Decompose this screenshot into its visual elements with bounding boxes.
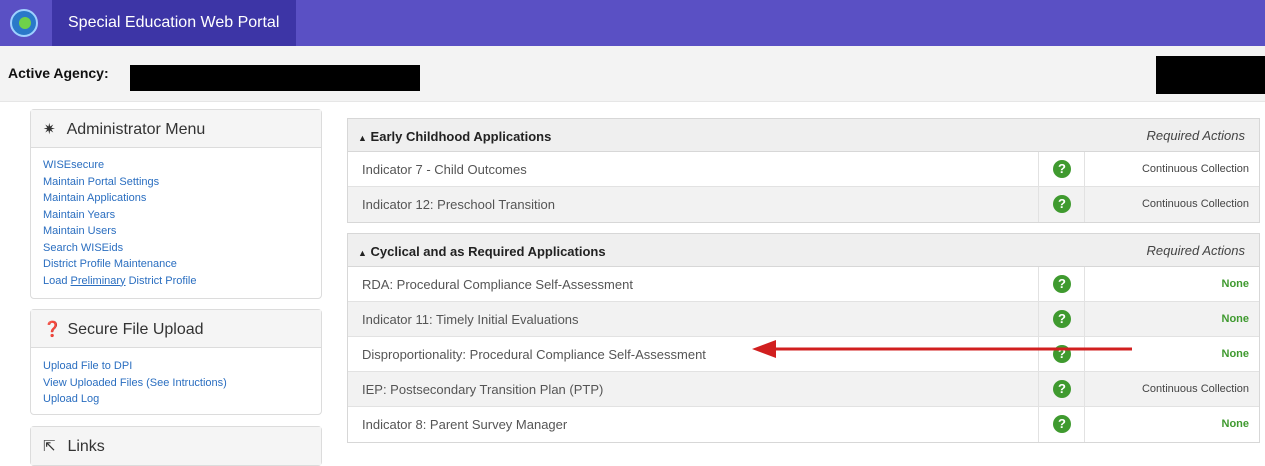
application-name[interactable]: Indicator 7 - Child Outcomes bbox=[362, 162, 527, 177]
file-upload-title: Secure File Upload bbox=[67, 321, 204, 338]
question-circle-icon: ❓ bbox=[43, 321, 62, 338]
redacted-user-info bbox=[1156, 56, 1265, 94]
admin-link-wisesecure[interactable]: WISEsecure bbox=[43, 157, 309, 174]
upload-log-link[interactable]: Upload Log bbox=[43, 391, 309, 408]
required-actions-header: Required Actions bbox=[1146, 243, 1245, 258]
admin-link-load-preliminary[interactable]: Load Preliminary District Profile bbox=[43, 273, 309, 290]
links-panel: ⇱ Links bbox=[30, 426, 322, 466]
admin-menu-panel: ✷ Administrator Menu WISEsecure Maintain… bbox=[30, 109, 322, 299]
admin-menu-header: ✷ Administrator Menu bbox=[31, 110, 321, 148]
table-row[interactable]: Indicator 12: Preschool Transition ? Con… bbox=[348, 187, 1259, 222]
portal-logo-icon[interactable] bbox=[10, 9, 38, 37]
external-link-icon: ⇱ bbox=[43, 438, 56, 455]
help-icon[interactable]: ? bbox=[1053, 275, 1071, 293]
application-name[interactable]: Indicator 12: Preschool Transition bbox=[362, 197, 555, 212]
help-icon[interactable]: ? bbox=[1053, 345, 1071, 363]
cyclical-applications-table: ▲ Cyclical and as Required Applications … bbox=[347, 233, 1260, 443]
collapse-caret-icon: ▲ bbox=[358, 248, 367, 258]
required-action-status: Continuous Collection bbox=[1141, 383, 1249, 395]
file-upload-header: ❓ Secure File Upload bbox=[31, 310, 321, 348]
required-action-status: Continuous Collection bbox=[1141, 163, 1249, 175]
help-icon[interactable]: ? bbox=[1053, 195, 1071, 213]
early-childhood-table: ▲ Early Childhood Applications Required … bbox=[347, 118, 1260, 223]
portal-title[interactable]: Special Education Web Portal bbox=[52, 0, 296, 46]
admin-link-search-wiseids[interactable]: Search WISEids bbox=[43, 240, 309, 257]
top-navbar: Special Education Web Portal bbox=[0, 0, 1265, 46]
admin-link-years[interactable]: Maintain Years bbox=[43, 207, 309, 224]
application-name[interactable]: Indicator 8: Parent Survey Manager bbox=[362, 417, 567, 432]
admin-link-district-profile[interactable]: District Profile Maintenance bbox=[43, 256, 309, 273]
collapse-caret-icon: ▲ bbox=[358, 133, 367, 143]
application-name[interactable]: Disproportionality: Procedural Complianc… bbox=[362, 347, 706, 362]
links-header: ⇱ Links bbox=[31, 427, 321, 465]
early-childhood-header[interactable]: ▲ Early Childhood Applications Required … bbox=[348, 119, 1259, 152]
admin-menu-title: Administrator Menu bbox=[66, 121, 206, 138]
links-title: Links bbox=[67, 438, 105, 455]
table-row[interactable]: Indicator 7 - Child Outcomes ? Continuou… bbox=[348, 152, 1259, 187]
view-uploaded-files-link[interactable]: View Uploaded Files (See Intructions) bbox=[43, 375, 309, 392]
help-icon[interactable]: ? bbox=[1053, 160, 1071, 178]
required-action-status: None bbox=[1221, 313, 1250, 325]
required-action-status: None bbox=[1221, 418, 1250, 430]
application-name[interactable]: RDA: Procedural Compliance Self-Assessme… bbox=[362, 277, 633, 292]
gear-icon: ✷ bbox=[43, 121, 56, 138]
table-row[interactable]: Indicator 11: Timely Initial Evaluations… bbox=[348, 302, 1259, 337]
application-name[interactable]: IEP: Postsecondary Transition Plan (PTP) bbox=[362, 382, 603, 397]
cyclical-header[interactable]: ▲ Cyclical and as Required Applications … bbox=[348, 234, 1259, 267]
admin-link-portal-settings[interactable]: Maintain Portal Settings bbox=[43, 174, 309, 191]
admin-link-users[interactable]: Maintain Users bbox=[43, 223, 309, 240]
help-icon[interactable]: ? bbox=[1053, 415, 1071, 433]
redacted-agency-name bbox=[130, 65, 420, 91]
admin-link-applications[interactable]: Maintain Applications bbox=[43, 190, 309, 207]
table-row[interactable]: IEP: Postsecondary Transition Plan (PTP)… bbox=[348, 372, 1259, 407]
active-agency-label: Active Agency: bbox=[8, 65, 109, 81]
application-name[interactable]: Indicator 11: Timely Initial Evaluations bbox=[362, 312, 579, 327]
cyclical-title: ▲ Cyclical and as Required Applications bbox=[358, 244, 606, 259]
table-row[interactable]: Indicator 8: Parent Survey Manager ? Non… bbox=[348, 407, 1259, 442]
required-action-status: Continuous Collection bbox=[1141, 198, 1249, 210]
table-row[interactable]: Disproportionality: Procedural Complianc… bbox=[348, 337, 1259, 372]
help-icon[interactable]: ? bbox=[1053, 380, 1071, 398]
early-childhood-title: ▲ Early Childhood Applications bbox=[358, 129, 552, 144]
required-actions-header: Required Actions bbox=[1146, 128, 1245, 143]
required-action-status: None bbox=[1221, 278, 1250, 290]
help-icon[interactable]: ? bbox=[1053, 310, 1071, 328]
required-action-status: None bbox=[1221, 348, 1250, 360]
table-row[interactable]: RDA: Procedural Compliance Self-Assessme… bbox=[348, 267, 1259, 302]
file-upload-panel: ❓ Secure File Upload Upload File to DPI … bbox=[30, 309, 322, 415]
upload-file-link[interactable]: Upload File to DPI bbox=[43, 358, 309, 375]
